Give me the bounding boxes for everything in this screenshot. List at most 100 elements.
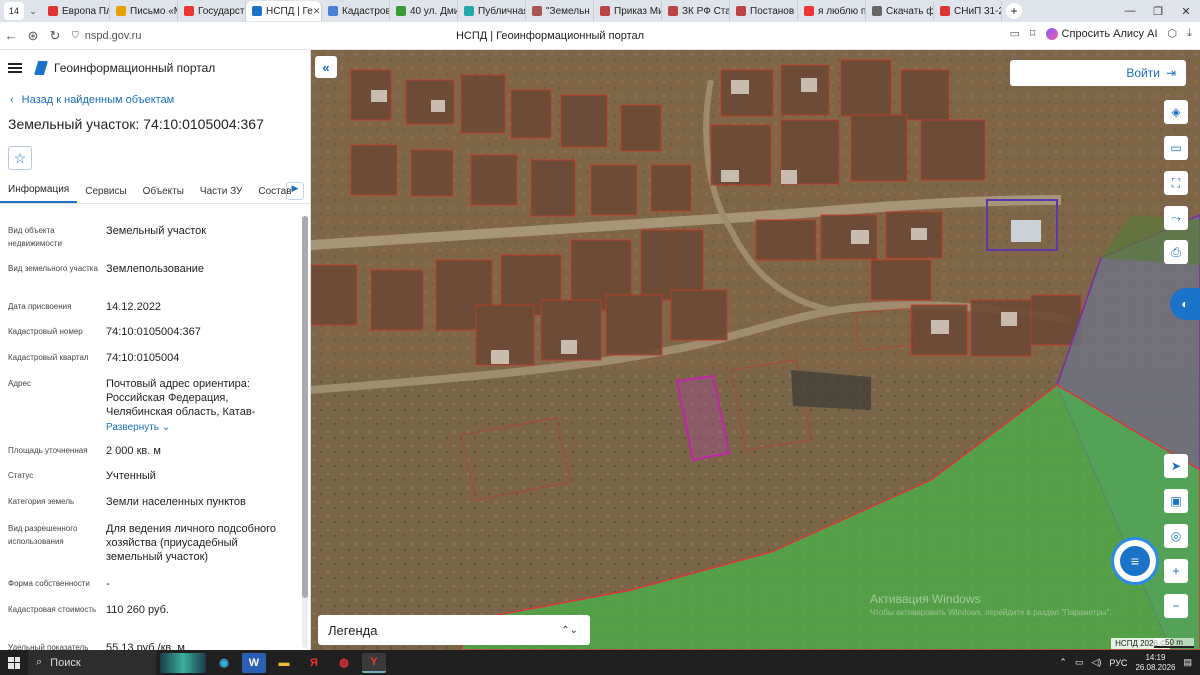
basemap-icon: ▣ (1170, 494, 1182, 508)
share-button[interactable]: ⤳ (1164, 206, 1188, 230)
layers-icon: ◈ (1171, 105, 1181, 119)
property-value: Учтенный (106, 470, 156, 482)
word-icon[interactable]: W (242, 652, 266, 673)
property-list: Вид объекта недвижимости Земельный участо… (8, 224, 298, 650)
minimize-icon[interactable]: — (1116, 5, 1144, 17)
yandex-browser-icon[interactable]: Y (362, 652, 386, 673)
map-view[interactable]: « Войти ⇥ ◈ ▭ ⛶ ⤳ ⎙ ◐ ➤ ▣ ◎ + − ≡ Легенда… (311, 50, 1200, 650)
tab-parts[interactable]: Части ЗУ (192, 186, 250, 203)
tab-services[interactable]: Сервисы (77, 186, 134, 203)
tab-count-badge[interactable]: 14 (4, 2, 24, 20)
zoom-in-button[interactable]: + (1164, 559, 1188, 583)
property-value: 14.12.2022 (106, 301, 162, 313)
tab-information[interactable]: Информация (0, 184, 78, 203)
browser-tab[interactable]: Европа Пл (42, 1, 110, 21)
browser-tab[interactable]: "Земельн (526, 1, 594, 21)
edge-icon[interactable]: ◉ (212, 653, 236, 673)
navigation-arrow-icon: ➤ (1170, 459, 1182, 473)
download-icon[interactable]: ⤓ (1187, 27, 1192, 40)
browser-tab[interactable]: НСПД | Ге ✕ (246, 1, 322, 21)
property-value: 74:10:0105004 (106, 352, 180, 364)
back-to-results-link[interactable]: ‹ Назад к найденным объектам (10, 94, 310, 106)
portal-header: Геоинформационный портал (0, 50, 310, 86)
browser-tab[interactable]: Постанов (730, 1, 798, 21)
browser-tab[interactable]: Письмо «М (110, 1, 178, 21)
reload-icon[interactable]: ↻ (44, 28, 66, 44)
expand-address-button[interactable]: Развернуть ⌄ (106, 421, 296, 435)
back-arrow-icon[interactable]: ← (0, 28, 22, 43)
clock[interactable]: 14:19 26.08.2026 (1135, 653, 1175, 673)
extensions-icon[interactable]: ⬡ (1168, 27, 1178, 40)
maximize-icon[interactable]: ❐ (1144, 5, 1172, 18)
browser-tab[interactable]: Приказ Ми (594, 1, 662, 21)
property-value: - (106, 578, 110, 590)
yandex-icon[interactable]: Я (302, 653, 326, 673)
file-explorer-icon[interactable]: ▬ (272, 653, 296, 673)
zoom-out-button[interactable]: − (1164, 594, 1188, 618)
scrollbar-thumb[interactable] (302, 216, 308, 598)
login-button[interactable]: Войти ⇥ (1010, 60, 1186, 86)
tab-label: СНиП 31-2 (954, 5, 1002, 17)
legend-dropdown[interactable]: Легенда ⌃⌄ (318, 615, 590, 645)
volume-icon[interactable]: ◁) (1091, 657, 1101, 668)
browser-tab[interactable]: Скачать ф (866, 1, 934, 21)
tab-label: я люблю п (818, 5, 866, 17)
property-value: 110 260 руб. (106, 604, 169, 616)
tab-favicon-icon (396, 6, 406, 16)
notifications-icon[interactable]: ▤ (1183, 657, 1192, 668)
property-row: Вид разрешенного использования Для ведени… (8, 522, 298, 577)
tab-label: ЗК РФ Ста (682, 5, 730, 17)
browser-tab[interactable]: 40 ул. Дми (390, 1, 458, 21)
property-value: Для ведения личного подсобного хозяйства… (106, 523, 277, 563)
tabs-scroll-right-button[interactable]: ▶ (286, 182, 304, 200)
chat-button[interactable]: ≡ (1111, 537, 1159, 585)
bookmark-icon[interactable]: ⌑ (1030, 27, 1036, 40)
widgets-thumbnail[interactable] (160, 652, 206, 673)
tab-label: Государст (198, 5, 245, 17)
yandex-protect-icon[interactable]: ⊛ (22, 28, 44, 44)
select-area-button[interactable]: ⛶ (1164, 171, 1188, 195)
basemap-button[interactable]: ▣ (1164, 489, 1188, 513)
measure-button[interactable]: ▭ (1164, 136, 1188, 160)
tab-list-icon[interactable]: ⌄ (24, 6, 42, 17)
star-icon: ☆ (13, 149, 27, 166)
close-window-icon[interactable]: ✕ (1172, 5, 1200, 18)
new-tab-button[interactable]: + (1006, 3, 1022, 19)
language-indicator[interactable]: РУС (1109, 658, 1127, 668)
collapse-panel-button[interactable]: « (315, 56, 337, 78)
favorite-star-button[interactable]: ☆ (8, 146, 32, 170)
close-tab-icon[interactable]: ✕ (313, 6, 321, 17)
panel-scrollbar[interactable] (302, 216, 308, 648)
network-icon[interactable]: ▭ (1075, 657, 1084, 668)
start-button[interactable] (0, 656, 28, 669)
property-label: Форма собственности (8, 579, 90, 588)
windows-activation-subtext: Чтобы активировать Windows, перейдите в … (870, 608, 1112, 617)
downloads-list-icon[interactable]: ▭ (1009, 27, 1019, 40)
tab-favicon-icon (804, 6, 814, 16)
tab-favicon-icon (116, 6, 126, 16)
url-field[interactable]: ⛉ nspd.gov.ru (72, 30, 141, 42)
browser-tab[interactable]: ЗК РФ Ста (662, 1, 730, 21)
assistant-tab-button[interactable]: ◐ (1170, 288, 1200, 320)
tab-objects[interactable]: Объекты (135, 186, 192, 203)
browser-tab[interactable]: СНиП 31-2 (934, 1, 1002, 21)
alisa-icon (1045, 27, 1058, 40)
share-icon: ⤳ (1171, 210, 1181, 225)
satellite-map[interactable] (311, 50, 1200, 650)
browser-tab[interactable]: я люблю п (798, 1, 866, 21)
ask-alisa-button[interactable]: Спросить Алису AI (1045, 27, 1158, 40)
geolocation-button[interactable]: ➤ (1164, 454, 1188, 478)
chrome-like-icon[interactable]: ◍ (332, 653, 356, 673)
browser-tab[interactable]: Публичная (458, 1, 526, 21)
browser-tab[interactable]: Государст (178, 1, 246, 21)
print-button[interactable]: ⎙ (1164, 240, 1188, 264)
legend-label: Легенда (328, 622, 378, 638)
browser-tab[interactable]: Кадастров (322, 1, 390, 21)
layers-button[interactable]: ◈ (1164, 100, 1188, 124)
back-link-label: Назад к найденным объектам (21, 94, 175, 106)
location-button[interactable]: ◎ (1164, 524, 1188, 548)
tray-chevron-icon[interactable]: ⌃ (1059, 657, 1067, 668)
menu-icon[interactable] (8, 63, 22, 73)
ruler-icon: ▭ (1170, 141, 1182, 155)
taskbar-search[interactable]: ⌕ Поиск (28, 650, 156, 675)
